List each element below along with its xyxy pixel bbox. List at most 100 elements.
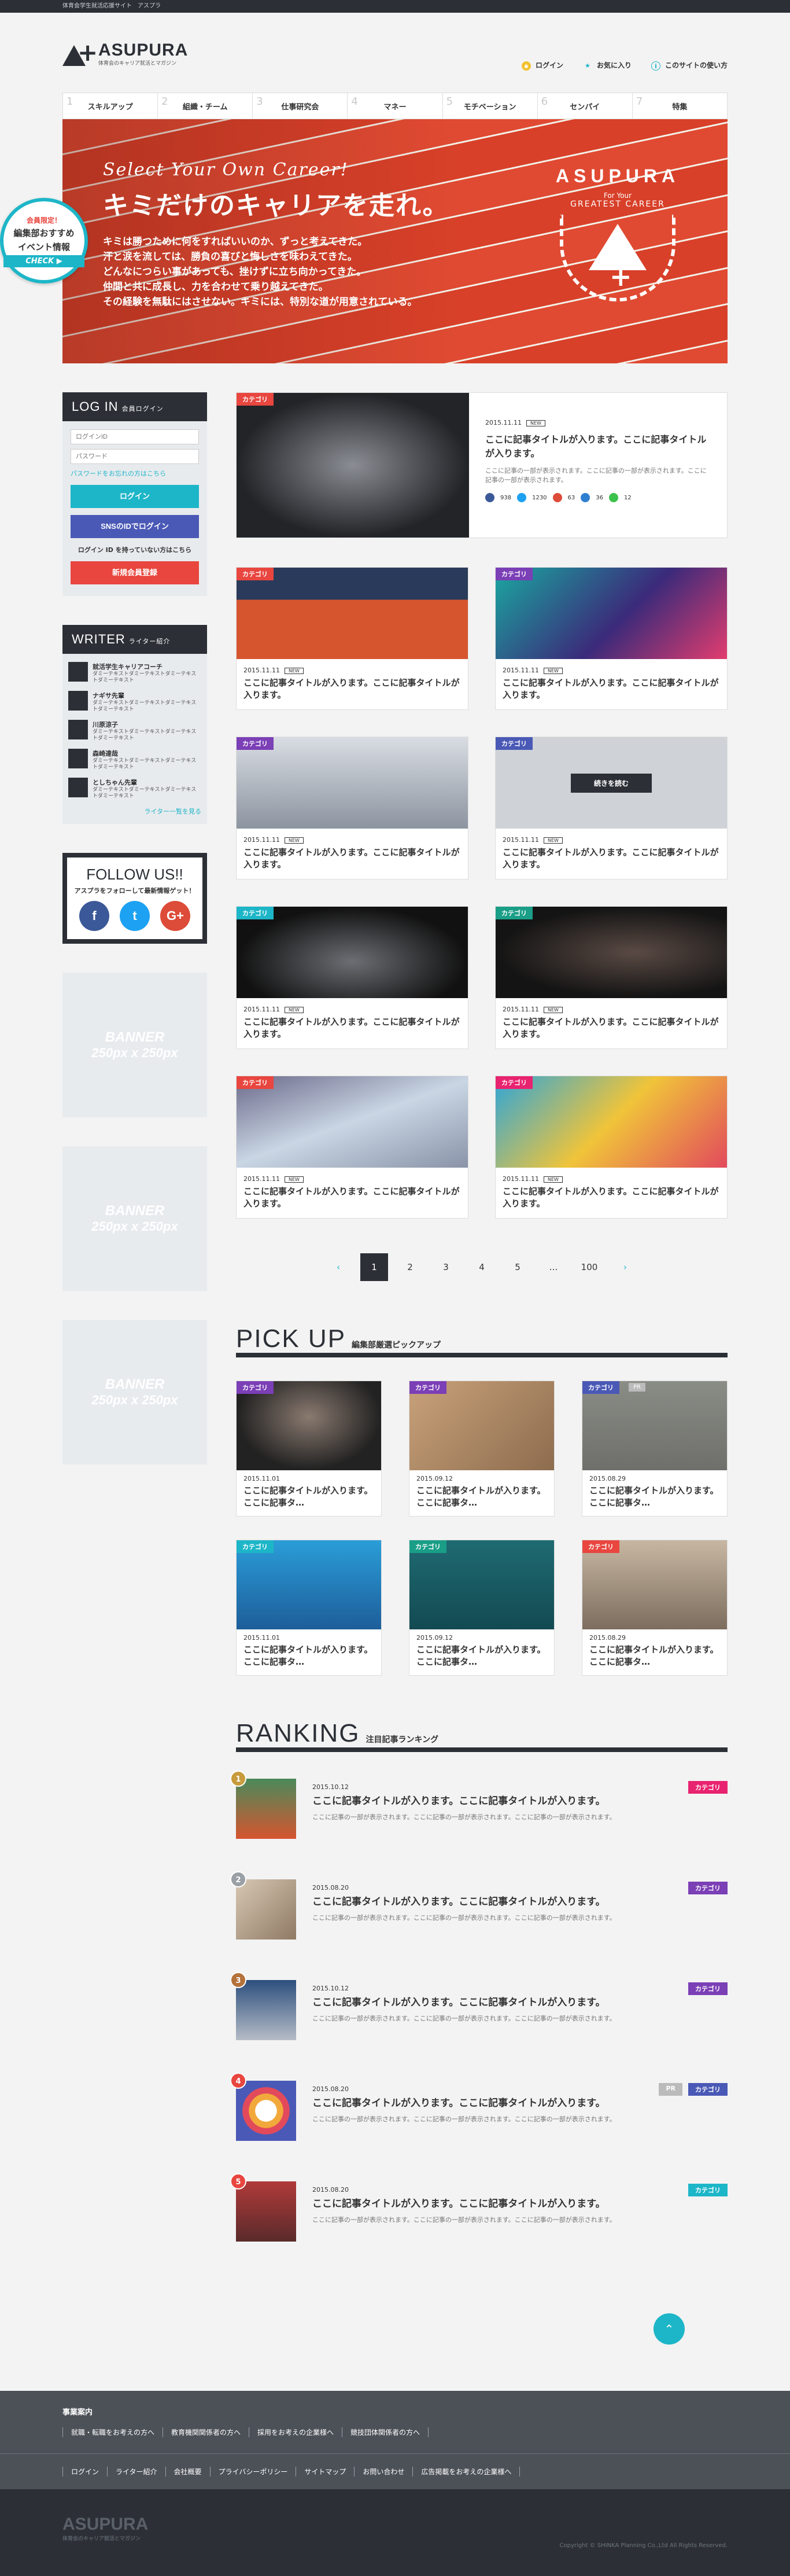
footer-link[interactable]: 教育機関関係者の方へ	[163, 2427, 249, 2437]
event-side-tab[interactable]: 会員限定！ 編集部おすすめ イベント情報 CHECK ▶	[0, 198, 88, 284]
forgot-password-link[interactable]: パスワードをお忘れの方はこちら	[71, 469, 199, 478]
category-badge[interactable]: カテゴリ	[688, 1781, 728, 1794]
nav-item-team[interactable]: 2 組織・チーム	[158, 93, 253, 119]
site-logo[interactable]: ASUPURA 体育会のキャリア就活とマガジン	[62, 38, 188, 67]
nav-item-feature[interactable]: 7 特集	[633, 93, 727, 119]
article-card[interactable]: カテゴリ 2015.11.11 NEW ここに記事タイトルが入ります。ここに記事タイ…	[495, 906, 728, 1049]
writer-more-link[interactable]: ライター一覧を見る	[68, 807, 201, 816]
category-badge[interactable]: カテゴリ	[582, 1540, 619, 1553]
footer-link[interactable]: ログイン	[62, 2467, 107, 2476]
register-button[interactable]: 新規会員登録	[71, 561, 199, 584]
pickup-card[interactable]: カテゴリ 2015.08.29 ここに記事タイトルが入ります。ここに記事タ…	[582, 1540, 728, 1676]
category-badge[interactable]: カテゴリ	[688, 2083, 728, 2096]
header-howto-link[interactable]: i このサイトの使い方	[651, 60, 728, 71]
footer-link[interactable]: プライバシーポリシー	[209, 2467, 296, 2476]
footer-link[interactable]: 採用をお考えの企業様へ	[249, 2427, 342, 2437]
page-button-current[interactable]: 1	[360, 1253, 388, 1281]
nav-item-motivation[interactable]: 5 モチベーション	[443, 93, 538, 119]
header-login-link[interactable]: 🔒︎ ログイン	[521, 60, 563, 71]
article-image	[237, 1076, 468, 1168]
article-card[interactable]: カテゴリ 2015.11.11 NEW ここに記事タイトルが入ります。ここに記事タイ…	[236, 1076, 468, 1219]
category-badge[interactable]: カテゴリ	[237, 568, 274, 580]
pickup-card[interactable]: カテゴリ PR 2015.08.29 ここに記事タイトルが入ります。ここに記事タ…	[582, 1381, 728, 1517]
category-badge[interactable]: カテゴリ	[496, 737, 533, 750]
ranking-item[interactable]: 5 2015.08.20 ここに記事タイトルが入ります。ここに記事タイトルが入りま…	[230, 2173, 728, 2250]
pickup-card[interactable]: カテゴリ 2015.09.12 ここに記事タイトルが入ります。ここに記事タ…	[409, 1540, 555, 1676]
header-favorites-link[interactable]: ★ お気に入り	[583, 60, 632, 71]
nav-item-senpai[interactable]: 6 センパイ	[538, 93, 633, 119]
writer-item[interactable]: 就活学生キャリアコーチ ダミーテキストダミーテキストダミーテキストダミーテキスト	[68, 662, 201, 684]
category-badge[interactable]: カテゴリ	[237, 1540, 274, 1553]
article-card[interactable]: カテゴリ 2015.11.11 NEW ここに記事タイトルが入ります。ここに記事タイ…	[236, 906, 468, 1049]
ranking-item[interactable]: 2 2015.08.20 ここに記事タイトルが入ります。ここに記事タイトルが入りま…	[230, 1871, 728, 1948]
category-badge[interactable]: カテゴリ	[409, 1540, 446, 1553]
article-card-hover[interactable]: カテゴリ 続きを読む 2015.11.11 NEW ここに記事タイトルが入ります。こ…	[495, 737, 728, 879]
back-to-top-button[interactable]: ⌃	[654, 2313, 685, 2345]
page-button[interactable]: 5	[504, 1253, 531, 1281]
writer-item[interactable]: としちゃん先輩 ダミーテキストダミーテキストダミーテキストダミーテキスト	[68, 778, 201, 800]
line-share-icon[interactable]	[609, 493, 619, 502]
sns-login-button[interactable]: SNSのIDでログイン	[71, 515, 199, 538]
category-badge[interactable]: カテゴリ	[496, 907, 533, 919]
prev-page-button[interactable]: ‹	[324, 1253, 352, 1281]
writer-item[interactable]: 川原涼子 ダミーテキストダミーテキストダミーテキストダミーテキスト	[68, 720, 201, 742]
pickup-card[interactable]: カテゴリ 2015.11.01 ここに記事タイトルが入ります。ここに記事タ…	[236, 1540, 382, 1676]
ranking-item[interactable]: 3 2015.10.12 ここに記事タイトルが入ります。ここに記事タイトルが入りま…	[230, 1972, 728, 2048]
category-badge[interactable]: カテゴリ	[582, 1381, 619, 1394]
hatena-share-icon[interactable]	[581, 493, 590, 502]
login-password-input[interactable]	[71, 449, 199, 464]
writer-item[interactable]: 森崎達哉 ダミーテキストダミーテキストダミーテキストダミーテキスト	[68, 749, 201, 771]
pickup-card[interactable]: カテゴリ 2015.11.01 ここに記事タイトルが入ります。ここに記事タ…	[236, 1381, 382, 1517]
google-plus-icon[interactable]: G+	[160, 901, 190, 931]
category-badge[interactable]: カテゴリ	[237, 393, 274, 406]
category-badge[interactable]: カテゴリ	[237, 907, 274, 919]
article-card[interactable]: カテゴリ 2015.11.11 NEW ここに記事タイトルが入ります。ここに記事タイ…	[236, 737, 468, 879]
footer-link[interactable]: お問い合わせ	[354, 2467, 412, 2476]
footer-link[interactable]: 競技団体関係者の方へ	[342, 2427, 429, 2437]
page-button[interactable]: 3	[432, 1253, 460, 1281]
footer-link[interactable]: 就職・転職をお考えの方へ	[62, 2427, 163, 2437]
footer-link[interactable]: サイトマップ	[296, 2467, 354, 2476]
pickup-card[interactable]: カテゴリ 2015.09.12 ここに記事タイトルが入ります。ここに記事タ…	[409, 1381, 555, 1517]
nav-item-skillup[interactable]: 1 スキルアップ	[63, 93, 158, 119]
writer-item[interactable]: ナギサ先輩 ダミーテキストダミーテキストダミーテキストダミーテキスト	[68, 691, 201, 713]
footer-link[interactable]: 広告掲載をお考えの企業様へ	[412, 2467, 520, 2476]
next-page-button[interactable]: ›	[611, 1253, 639, 1281]
facebook-share-icon[interactable]	[485, 493, 494, 502]
article-card[interactable]: カテゴリ 2015.11.11 NEW ここに記事タイトルが入ります。ここに記事タイ…	[495, 1076, 728, 1219]
category-badge[interactable]: カテゴリ	[688, 1882, 728, 1894]
login-id-input[interactable]	[71, 429, 199, 444]
category-badge[interactable]: カテゴリ	[237, 737, 274, 750]
article-card[interactable]: カテゴリ 2015.11.11 NEW ここに記事タイトルが入ります。ここに記事タイ…	[495, 567, 728, 710]
sidebar-banner-1[interactable]: BANNER 250px x 250px	[62, 973, 207, 1117]
sidebar-banner-2[interactable]: BANNER 250px x 250px	[62, 1146, 207, 1291]
nav-num: 3	[256, 95, 263, 108]
login-button[interactable]: ログイン	[71, 485, 199, 508]
category-badge[interactable]: カテゴリ	[688, 2184, 728, 2196]
page-button[interactable]: 2	[396, 1253, 424, 1281]
page-button[interactable]: 4	[468, 1253, 496, 1281]
new-badge: NEW	[543, 1007, 563, 1013]
category-badge[interactable]: カテゴリ	[237, 1076, 274, 1089]
category-badge[interactable]: カテゴリ	[496, 568, 533, 580]
google-plus-share-icon[interactable]	[552, 493, 562, 502]
category-badge[interactable]: カテゴリ	[237, 1381, 274, 1394]
nav-item-job-research[interactable]: 3 仕事研究会	[253, 93, 348, 119]
facebook-icon[interactable]: f	[79, 901, 109, 931]
ranking-item[interactable]: 1 2015.10.12 ここに記事タイトルが入ります。ここに記事タイトルが入りま…	[230, 1771, 728, 1847]
ranking-item[interactable]: 4 2015.08.20 ここに記事タイトルが入ります。ここに記事タイトルが入りま…	[230, 2073, 728, 2149]
category-badge[interactable]: カテゴリ	[409, 1381, 446, 1394]
featured-article[interactable]: カテゴリ 2015.11.11 NEW ここに記事タイトルが入ります。ここに記事タ…	[236, 392, 728, 538]
read-more-button[interactable]: 続きを読む	[570, 773, 652, 793]
page-button[interactable]: 100	[575, 1253, 603, 1281]
sidebar-banner-3[interactable]: BANNER 250px x 250px	[62, 1320, 207, 1464]
footer-logo[interactable]: ASUPURA 体育会のキャリア就活とマガジン	[62, 2515, 728, 2542]
nav-item-money[interactable]: 4 マネー	[348, 93, 443, 119]
category-badge[interactable]: カテゴリ	[496, 1076, 533, 1089]
article-card[interactable]: カテゴリ 2015.11.11 NEW ここに記事タイトルが入ります。ここに記事タイ…	[236, 567, 468, 710]
twitter-share-icon[interactable]	[517, 493, 527, 502]
category-badge[interactable]: カテゴリ	[688, 1982, 728, 1995]
footer-link[interactable]: ライター紹介	[107, 2467, 165, 2476]
twitter-icon[interactable]: t	[120, 901, 150, 931]
footer-link[interactable]: 会社概要	[165, 2467, 210, 2476]
